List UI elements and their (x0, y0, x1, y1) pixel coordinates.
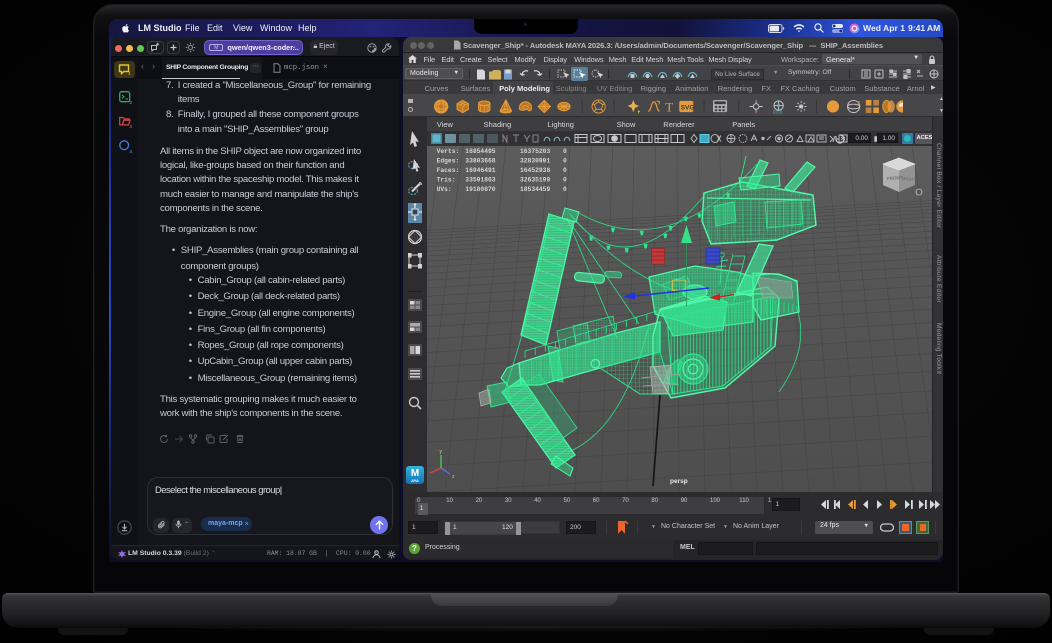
svg-text:y: y (440, 449, 443, 455)
svg-text:0: 0 (563, 158, 567, 165)
svg-text:SVG: SVG (681, 104, 695, 111)
svg-text:T: T (665, 99, 673, 113)
svg-text:1: 1 (128, 71, 131, 76)
svg-text:UVs:: UVs: (437, 186, 452, 193)
svg-text:33591863: 33591863 (465, 177, 495, 184)
svg-text:0: 0 (563, 148, 567, 155)
svg-text:32830991: 32830991 (520, 158, 550, 165)
svg-text:16854495: 16854495 (465, 148, 495, 155)
svg-text:Edges:: Edges: (437, 158, 460, 165)
svg-text:RIGHT: RIGHT (902, 176, 917, 182)
svg-text:Faces:: Faces: (437, 167, 460, 174)
svg-text:z: z (452, 474, 455, 480)
svg-text:18534459: 18534459 (520, 186, 550, 193)
svg-text:Tris:: Tris: (437, 177, 456, 184)
svg-text:32635199: 32635199 (520, 177, 550, 184)
svg-text:x: x (427, 473, 428, 479)
svg-text:16452938: 16452938 (520, 167, 550, 174)
svg-text:16946491: 16946491 (465, 167, 495, 174)
svg-text:2: 2 (130, 100, 133, 104)
svg-text:16375203: 16375203 (520, 148, 550, 155)
svg-text:persp: persp (670, 478, 688, 485)
svg-text:3: 3 (130, 123, 133, 127)
svg-text:Verts:: Verts: (437, 148, 460, 155)
svg-text:0: 0 (563, 177, 567, 184)
svg-text:33803668: 33803668 (465, 158, 495, 165)
svg-text:0,0,0: 0,0,0 (773, 109, 783, 113)
svg-text:0: 0 (563, 167, 567, 174)
svg-text:0: 0 (563, 186, 567, 193)
svg-text:19180870: 19180870 (465, 186, 495, 193)
svg-text:4: 4 (130, 148, 133, 152)
